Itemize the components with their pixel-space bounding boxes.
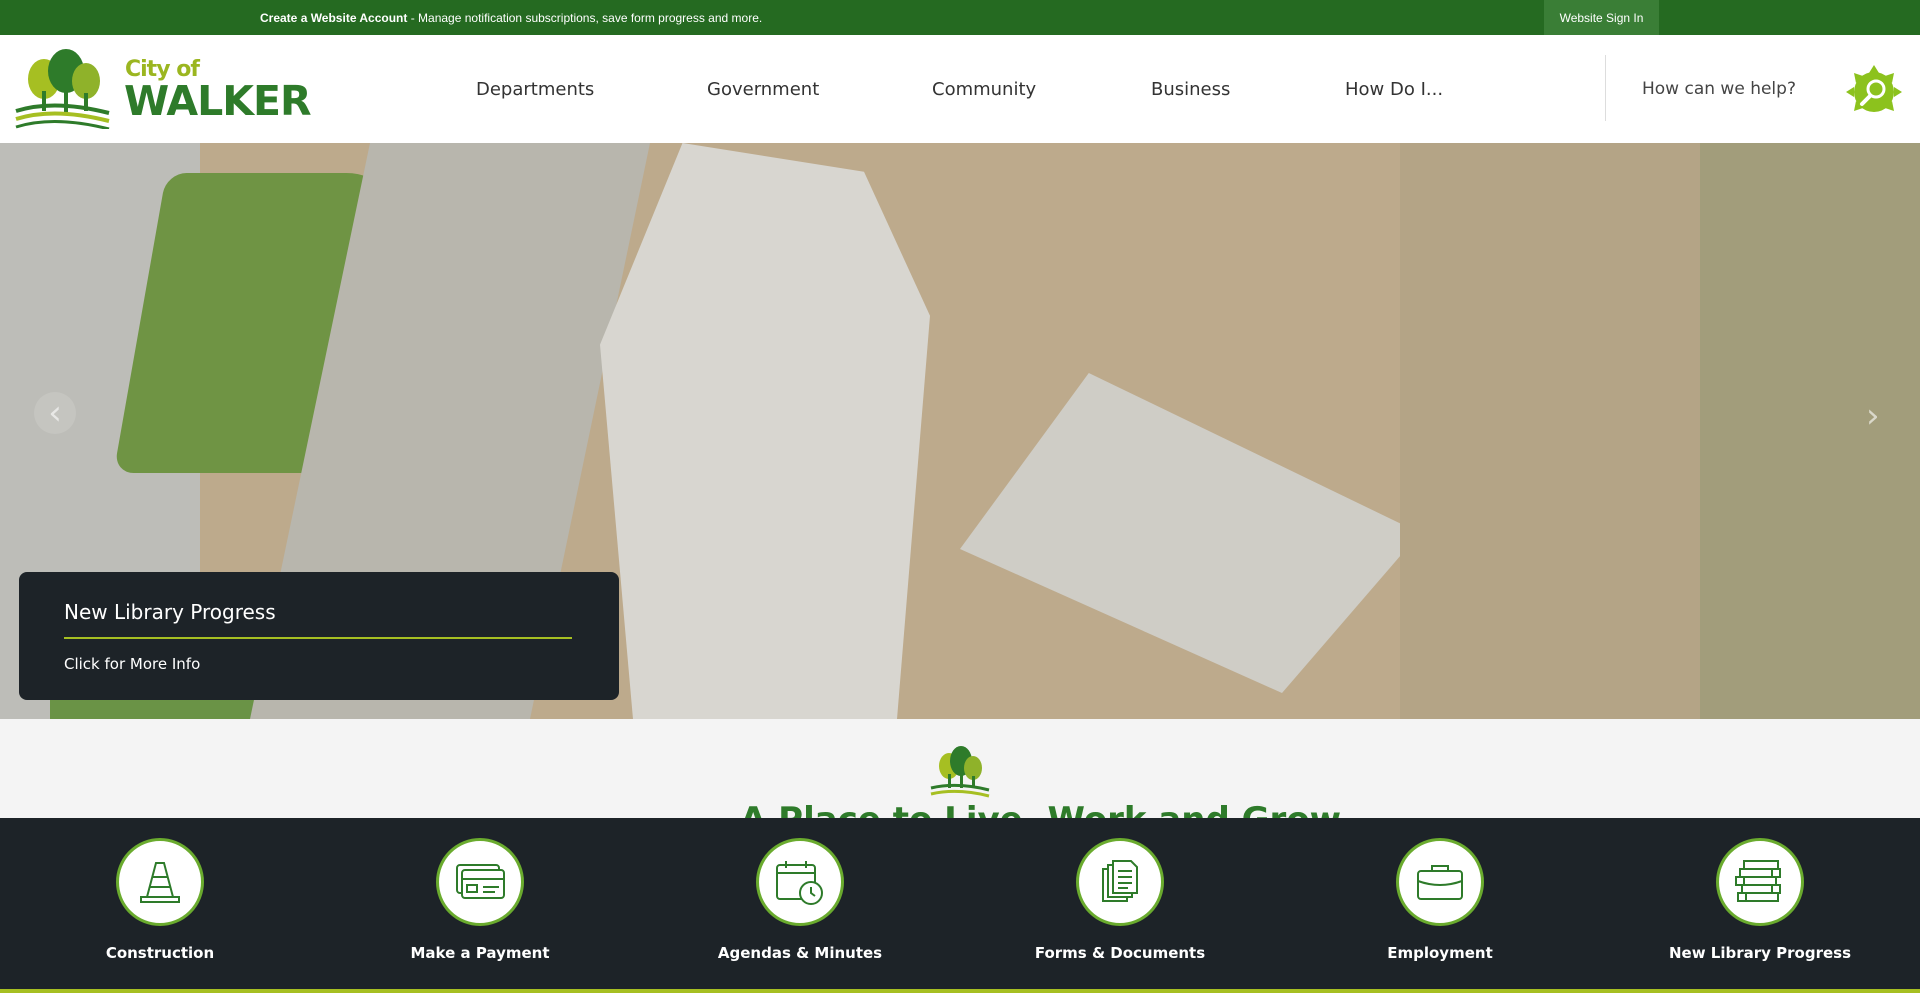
quick-link-circle — [756, 838, 844, 926]
quick-link-make-a-payment[interactable]: Make a Payment — [380, 818, 580, 993]
quick-links-bar: Construction Make a Payment Agendas & Mi… — [0, 818, 1920, 993]
hero-building-slab — [600, 143, 930, 719]
slideshow-next-button[interactable]: › — [1866, 396, 1880, 436]
nav-how-do-i[interactable]: How Do I... — [1345, 79, 1443, 100]
hero-field — [1700, 143, 1920, 719]
logo-walker: WALKER — [124, 77, 312, 125]
documents-icon — [1102, 860, 1138, 902]
quick-link-employment[interactable]: Employment — [1340, 818, 1540, 993]
search-icon — [1846, 65, 1902, 112]
tree-mark-icon — [927, 746, 993, 798]
quick-link-label: Agendas & Minutes — [717, 944, 883, 962]
slide-caption-divider — [64, 637, 572, 639]
traffic-cone-icon — [140, 862, 180, 903]
quick-link-construction[interactable]: Construction — [60, 818, 260, 993]
create-account-message: Create a Website Account - Manage notifi… — [260, 11, 762, 25]
chevron-right-icon: › — [1866, 396, 1880, 436]
nav-government[interactable]: Government — [707, 79, 819, 100]
create-account-link[interactable]: Create a Website Account — [260, 11, 407, 25]
slideshow-prev-button[interactable]: ‹ — [34, 392, 76, 434]
quick-link-circle — [116, 838, 204, 926]
quick-link-label: New Library Progress — [1668, 944, 1852, 962]
quick-link-circle — [1076, 838, 1164, 926]
chevron-left-icon: ‹ — [48, 393, 62, 433]
credit-card-icon — [456, 864, 505, 899]
quick-link-label: Employment — [1387, 944, 1493, 962]
quick-link-circle — [1396, 838, 1484, 926]
quick-link-label: Construction — [105, 944, 215, 962]
quick-link-circle — [1716, 838, 1804, 926]
header-divider — [1605, 55, 1606, 121]
nav-community[interactable]: Community — [932, 79, 1036, 100]
quick-link-new-library-progress[interactable]: New Library Progress — [1660, 818, 1860, 993]
quick-link-label: Make a Payment — [410, 944, 550, 962]
create-account-description: - Manage notification subscriptions, sav… — [407, 11, 763, 25]
slide-caption-link[interactable]: Click for More Info — [64, 655, 200, 673]
site-header: City of WALKER Departments Government Co… — [0, 35, 1920, 143]
briefcase-icon — [1417, 865, 1463, 900]
slide-caption[interactable]: New Library Progress Click for More Info — [19, 572, 619, 700]
nav-departments[interactable]: Departments — [476, 79, 594, 100]
calendar-clock-icon — [776, 861, 823, 905]
city-logo[interactable]: City of WALKER — [14, 49, 312, 131]
top-bar: Create a Website Account - Manage notifi… — [0, 0, 1920, 35]
quick-link-label: Forms & Documents — [1034, 944, 1206, 962]
tree-logo-icon — [15, 49, 110, 131]
search-input[interactable]: How can we help? — [1642, 79, 1796, 99]
quick-link-circle — [436, 838, 524, 926]
nav-business[interactable]: Business — [1151, 79, 1230, 100]
quick-link-agendas-minutes[interactable]: Agendas & Minutes — [700, 818, 900, 993]
website-sign-in-button[interactable]: Website Sign In — [1544, 0, 1659, 35]
slide-caption-title: New Library Progress — [64, 600, 276, 624]
books-icon — [1735, 860, 1781, 902]
hero-building-slab-2 — [960, 373, 1420, 693]
search-button[interactable] — [1846, 65, 1902, 119]
quick-link-forms-documents[interactable]: Forms & Documents — [1020, 818, 1220, 993]
